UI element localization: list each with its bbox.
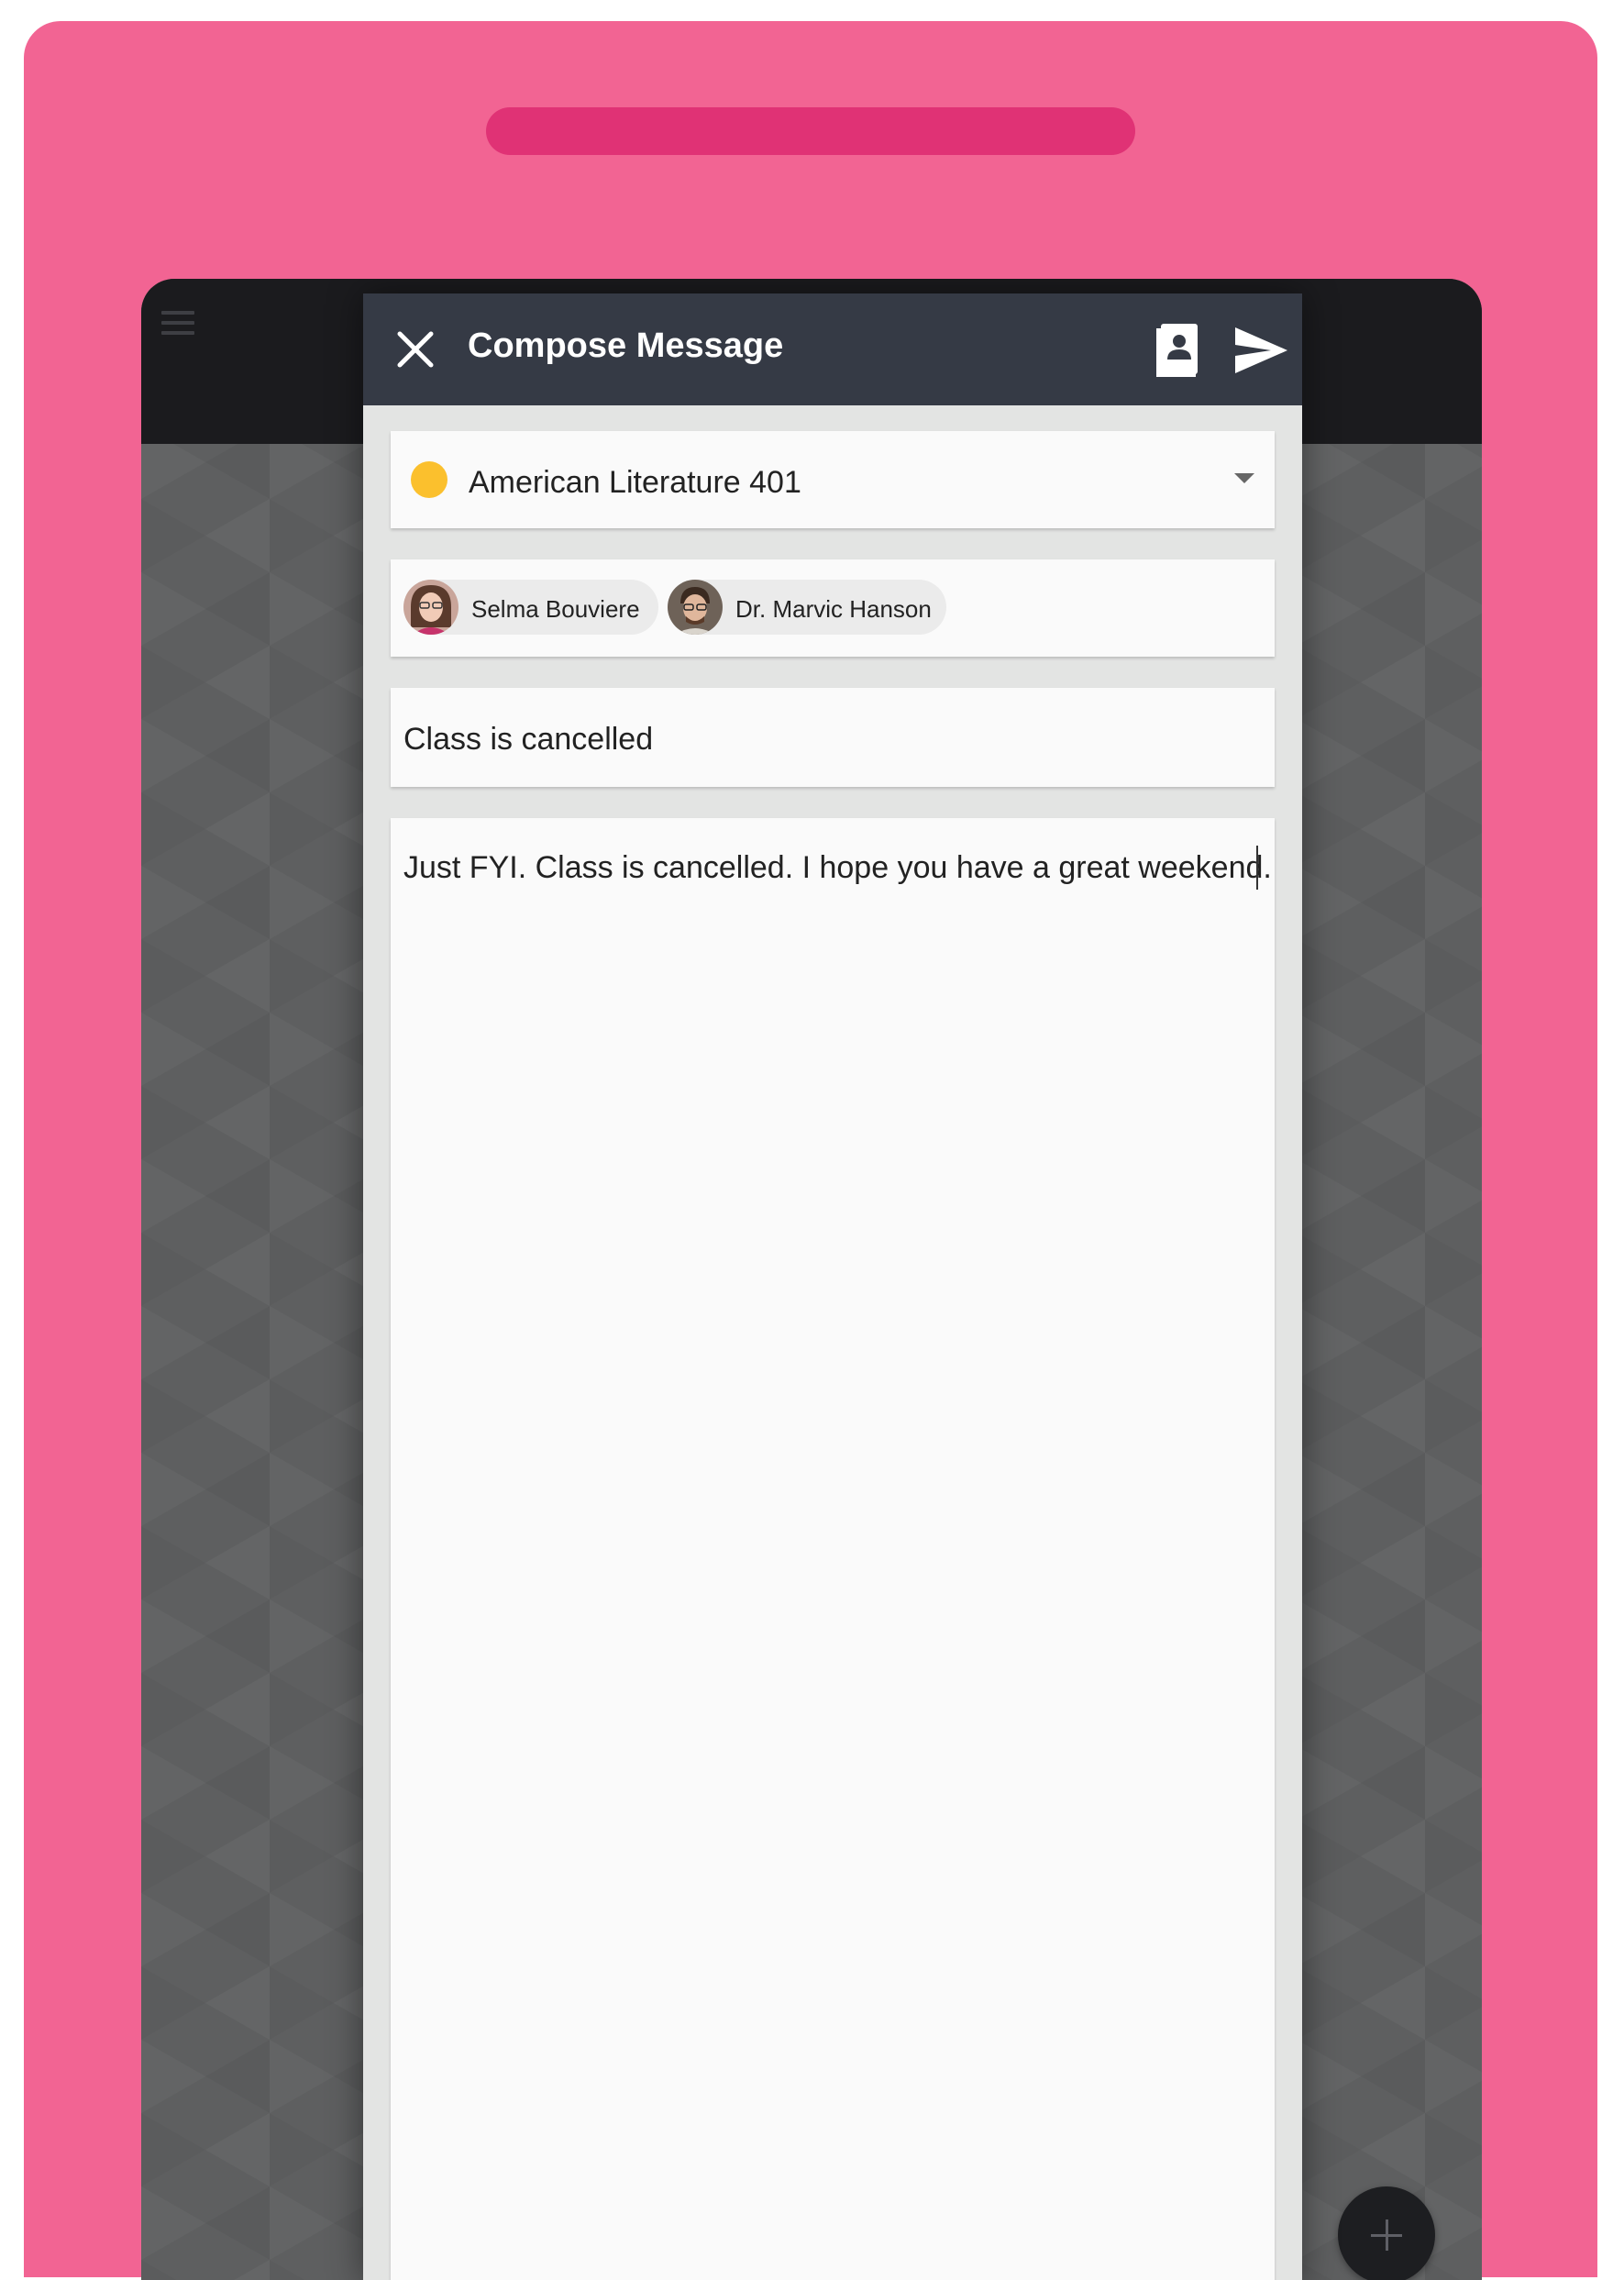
tablet-screen: Compose Message American Literature 401 …: [141, 279, 1482, 2280]
course-select[interactable]: American Literature 401: [391, 431, 1275, 528]
dialog-header: Compose Message: [363, 293, 1302, 405]
close-icon: [397, 331, 434, 368]
course-color-dot: [411, 461, 447, 498]
subject-value: Class is cancelled: [403, 722, 654, 757]
subject-field[interactable]: Class is cancelled: [391, 688, 1275, 787]
text-cursor: [1256, 846, 1258, 890]
send-button[interactable]: [1232, 325, 1289, 376]
chevron-down-icon: [1234, 473, 1254, 483]
contacts-button[interactable]: [1154, 321, 1201, 380]
menu-icon[interactable]: [161, 311, 194, 338]
course-name: American Literature 401: [469, 465, 801, 500]
avatar: [403, 580, 458, 635]
speaker-grille: [486, 107, 1135, 155]
add-button[interactable]: [1338, 2186, 1435, 2280]
send-icon: [1235, 327, 1287, 373]
recipient-name: Dr. Marvic Hanson: [735, 595, 932, 623]
avatar: [668, 580, 723, 635]
contact-book-icon: [1156, 324, 1198, 377]
recipient-chip[interactable]: Selma Bouviere: [403, 580, 658, 635]
recipient-name: Selma Bouviere: [471, 595, 640, 623]
message-body-value: Just FYI. Class is cancelled. I hope you…: [403, 850, 1272, 885]
close-button[interactable]: [394, 328, 436, 371]
plus-icon: [1371, 2219, 1402, 2251]
compose-dialog: Compose Message American Literature 401 …: [363, 293, 1302, 2280]
recipient-chip[interactable]: Dr. Marvic Hanson: [668, 580, 946, 635]
dialog-title: Compose Message: [468, 327, 784, 365]
recipients-field[interactable]: Selma Bouviere Dr. Marvic Hanson: [391, 559, 1275, 657]
message-body-field[interactable]: Just FYI. Class is cancelled. I hope you…: [391, 818, 1275, 2280]
tablet-frame: Compose Message American Literature 401 …: [24, 21, 1597, 2280]
